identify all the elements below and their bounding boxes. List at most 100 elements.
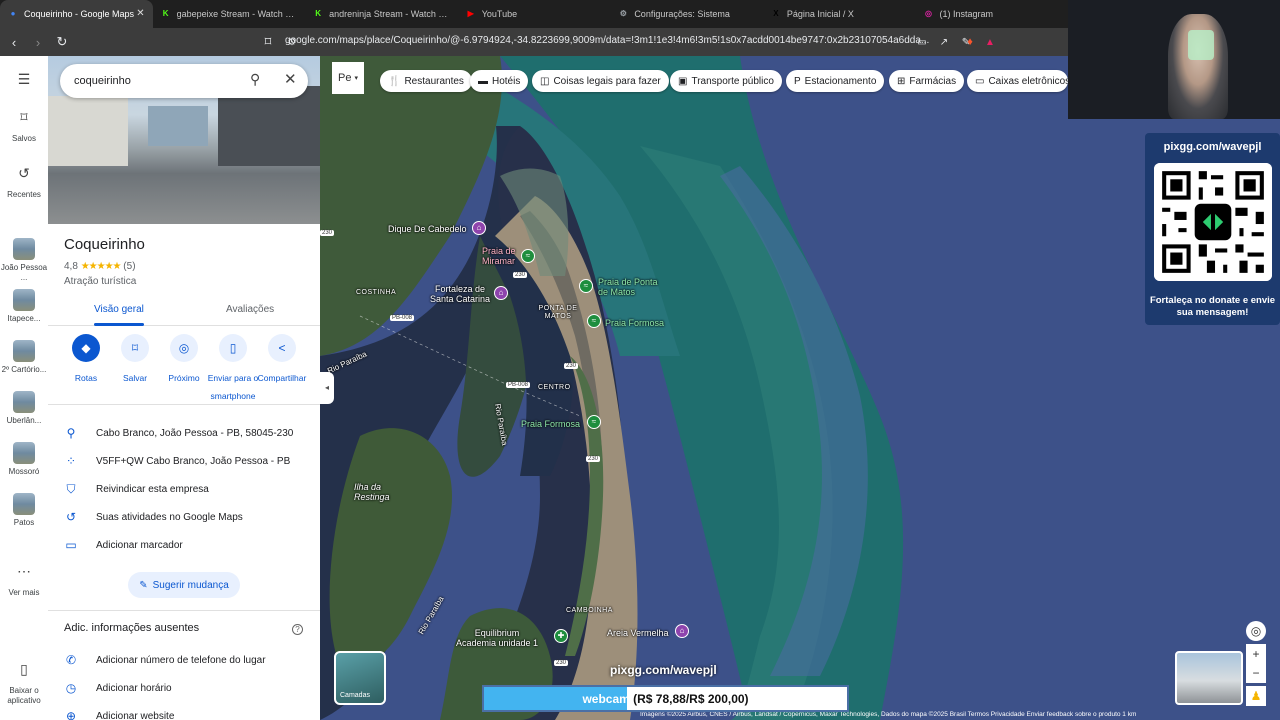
zoom-in-button[interactable]: + xyxy=(1246,644,1266,664)
map-label-ponta-matos[interactable]: PONTA DE MATOS xyxy=(536,305,580,321)
poi-pin-areia-vermelha[interactable]: ⌂ xyxy=(675,624,689,638)
map-label-praia-formosa-2[interactable]: Praia Formosa xyxy=(521,419,580,429)
poi-pin-dique[interactable]: ⌂ xyxy=(472,221,486,235)
road-shield: PB-008 xyxy=(506,382,531,388)
reload-icon[interactable]: ↻ xyxy=(52,34,72,50)
transit-icon: ▣ xyxy=(678,75,688,87)
map-label-centro[interactable]: CENTRO xyxy=(538,384,571,391)
add-info-row[interactable]: ✆ Adicionar número de telefone do lugar xyxy=(48,651,320,671)
share-icon[interactable]: ↗ xyxy=(934,37,954,48)
info-row-address[interactable]: ⚲ Cabo Branco, João Pessoa - PB, 58045-23… xyxy=(48,424,320,444)
recent-place-item[interactable]: Uberlân... xyxy=(0,391,48,426)
browser-tab[interactable]: ▶ YouTube xyxy=(458,0,611,28)
place-rating[interactable]: 4,8 ★★★★★ (5) xyxy=(64,261,136,272)
info-row-claim-business[interactable]: ⛉ Reivindicar esta empresa xyxy=(48,480,320,500)
map-label-camboinha[interactable]: CAMBOINHA xyxy=(566,607,613,614)
share-button[interactable]: < Compartilhar xyxy=(254,334,310,386)
map-label-dique[interactable]: Dique De Cabedelo xyxy=(388,224,467,234)
nearby-button[interactable]: ◎ Próximo xyxy=(156,334,212,386)
chip-atms[interactable]: ▭ Caixas eletrônicos xyxy=(967,70,1068,92)
chip-transit[interactable]: ▣ Transporte público xyxy=(670,70,782,92)
directions-icon: ◆ xyxy=(72,334,100,362)
map-label-ilha-restinga[interactable]: Ilha da Restinga xyxy=(354,482,404,502)
poi-pin-equilibrium[interactable]: ✚ xyxy=(554,629,568,643)
bookmark-icon[interactable]: ⌑ xyxy=(258,34,278,50)
map-canvas[interactable]: Dique De Cabedelo ⌂ Praia de Miramar ≈ F… xyxy=(320,56,1280,720)
my-location-icon[interactable]: ◎ xyxy=(1246,621,1266,641)
info-row-plus-code[interactable]: ⁘ V5FF+QW Cabo Branco, João Pessoa - PB xyxy=(48,452,320,472)
peg-filter[interactable]: Pe ▾ xyxy=(332,62,364,94)
download-app-button[interactable]: ▯ Baixar o aplicativo xyxy=(0,662,48,706)
help-icon[interactable]: ? xyxy=(292,624,303,635)
map-label-equilibrium[interactable]: Equilibrium Academia unidade 1 xyxy=(454,628,540,648)
browser-tab[interactable]: ◎ (1) Instagram xyxy=(915,0,1068,28)
cast-icon[interactable]: ▭ xyxy=(912,37,932,48)
tab-favicon-icon: ▶ xyxy=(467,9,474,18)
browser-tab[interactable]: ⚙ Configurações: Sistema xyxy=(610,0,763,28)
close-tab-icon[interactable]: ✕ xyxy=(136,8,144,19)
saved-button[interactable]: ⌑ Salvos xyxy=(0,110,48,144)
browser-tab[interactable]: ● Coqueirinho - Google Maps ✕ xyxy=(0,0,153,28)
browser-tab[interactable]: Kgabepeixe Stream - Watch Live on Kick xyxy=(153,0,306,28)
layers-button[interactable]: Camadas xyxy=(334,651,386,705)
back-icon[interactable]: ‹ xyxy=(4,35,24,50)
brave-icon[interactable]: ♦ xyxy=(960,36,980,48)
add-info-row[interactable]: ⊕ Adicionar website xyxy=(48,707,320,720)
review-count[interactable]: (5) xyxy=(123,261,135,272)
chip-pharmacies[interactable]: ⊞ Farmácias xyxy=(889,70,965,92)
add-info-row[interactable]: ◷ Adicionar horário xyxy=(48,679,320,699)
action-buttons: ◆ Rotas ⌑ Salvar ◎ Próximo ▯ Enviar para o smar… xyxy=(48,334,320,404)
collapse-panel-button[interactable]: ◂ xyxy=(320,372,334,404)
rewards-icon[interactable]: ▲ xyxy=(980,37,1000,48)
map-label-costinha[interactable]: COSTINHA xyxy=(356,289,396,296)
peg-label: Pe xyxy=(338,72,352,84)
more-button[interactable]: ⋯ Ver mais xyxy=(0,563,48,598)
address-bar[interactable]: google.com/maps/place/Coqueirinho/@-6.97… xyxy=(285,35,929,46)
forward-icon[interactable]: › xyxy=(28,35,48,50)
info-row-your-activity[interactable]: ↺ Suas atividades no Google Maps xyxy=(48,508,320,528)
menu-button[interactable]: ☰ xyxy=(0,72,48,96)
search-input[interactable]: coqueirinho xyxy=(74,75,131,87)
chip-restaurants[interactable]: 🍴 Restaurantes xyxy=(380,70,472,92)
place-category[interactable]: Atração turística xyxy=(64,276,136,287)
recent-place-item[interactable]: João Pessoa ... xyxy=(0,238,48,283)
qr-code xyxy=(1154,163,1272,281)
pegman-icon[interactable]: ♟ xyxy=(1246,686,1266,706)
poi-pin-miramar[interactable]: ≈ xyxy=(521,249,535,263)
recent-place-item[interactable]: Patos xyxy=(0,493,48,528)
map-label-praia-ponta-matos[interactable]: Praia de Ponta de Matos xyxy=(598,277,668,297)
things-to-do-icon: ◫ xyxy=(540,75,550,87)
browser-tab[interactable]: X Página Inicial / X xyxy=(763,0,916,28)
save-button[interactable]: ⌑ Salvar xyxy=(107,334,163,386)
zoom-out-button[interactable]: − xyxy=(1246,663,1266,683)
map-label-praia-formosa-1[interactable]: Praia Formosa xyxy=(605,318,664,328)
chip-label: Restaurantes xyxy=(404,75,464,87)
poi-pin-formosa-2[interactable]: ≈ xyxy=(587,415,601,429)
search-icon[interactable]: ⚲ xyxy=(250,71,260,88)
recent-place-item[interactable]: Itapece... xyxy=(0,289,48,324)
recent-button[interactable]: ↺ Recentes xyxy=(0,166,48,200)
chip-hotels[interactable]: ▬ Hotéis xyxy=(470,70,529,92)
search-box[interactable]: coqueirinho ⚲ ✕ xyxy=(60,64,308,98)
add-label-icon: ▭ xyxy=(65,538,77,552)
more-icon: ⋯ xyxy=(17,563,31,579)
directions-button[interactable]: ◆ Rotas xyxy=(58,334,114,386)
recent-place-item[interactable]: 2º Cartório... xyxy=(0,340,48,375)
tab-overview[interactable]: Visão geral xyxy=(94,304,144,315)
poi-pin-fortaleza[interactable]: ⌂ xyxy=(494,286,508,300)
recent-place-item[interactable]: Mossoró xyxy=(0,442,48,477)
tab-reviews[interactable]: Avaliações xyxy=(226,304,274,315)
poi-pin-formosa-1[interactable]: ≈ xyxy=(587,314,601,328)
poi-pin-ponta-matos[interactable]: ≈ xyxy=(579,279,593,293)
chip-parking[interactable]: P Estacionamento xyxy=(786,70,885,92)
close-icon[interactable]: ✕ xyxy=(284,70,297,88)
street-view-thumbnail[interactable] xyxy=(1175,651,1243,705)
chip-things-to-do[interactable]: ◫ Coisas legais para fazer xyxy=(532,70,669,92)
map-label-fortaleza[interactable]: Fortaleza de Santa Catarina xyxy=(426,284,494,304)
browser-tab[interactable]: Kandreninja Stream - Watch Live on Kick xyxy=(305,0,458,28)
map-label-areia-vermelha[interactable]: Areia Vermelha xyxy=(607,628,669,638)
send-to-phone-button[interactable]: ▯ Enviar para o smartphone xyxy=(205,334,261,404)
claim-business-icon: ⛉ xyxy=(66,482,76,496)
suggest-edit-button[interactable]: ✎ Sugerir mudança xyxy=(128,572,240,598)
info-row-add-label[interactable]: ▭ Adicionar marcador xyxy=(48,536,320,556)
